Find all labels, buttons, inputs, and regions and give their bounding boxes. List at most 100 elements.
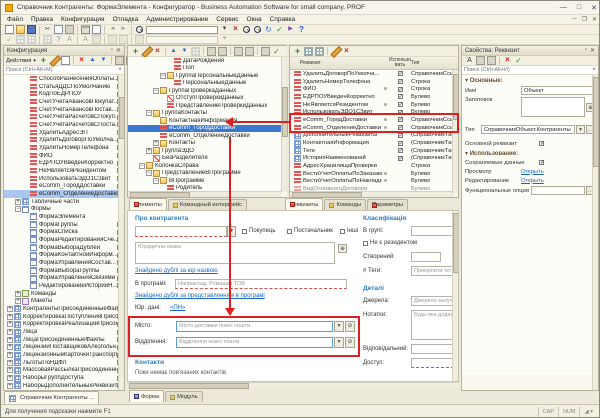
start-debug-icon[interactable]	[286, 25, 295, 34]
menu-Администрирование[interactable]: Администрирование	[142, 16, 212, 23]
tree-item-ФормаСписка[interactable]: ФормаСписка	[4, 228, 124, 236]
tree-item-УдалитьАдресЭП[interactable]: УдалитьАдресЭП	[4, 129, 124, 137]
tree-item-ГруппаЭДО[interactable]: +ГруппаЭДО	[128, 147, 287, 155]
use-checkbox[interactable]: ✓	[398, 148, 403, 153]
actions-menu[interactable]: Действия	[6, 58, 31, 64]
print-icon[interactable]	[81, 25, 90, 34]
tree-item-СчетУчетаРасчетовСПокуп-[interactable]: СчетУчетаРасчетовСПокуп...	[4, 113, 124, 121]
paste-icon[interactable]	[65, 25, 74, 34]
expander-icon[interactable]: +	[7, 337, 13, 343]
tree-item-УдалитьНомерТелефона[interactable]: УдалитьНомерТелефона	[4, 144, 124, 152]
attribute-row[interactable]: ИсторияНаименований✓(СправочникТаблиц	[290, 155, 458, 163]
attribute-row[interactable]: ВестиУчетОплатыПоЗаказамБулево	[290, 170, 458, 178]
tree-item-Контакты[interactable]: +Контакты	[128, 140, 287, 148]
edit-icon[interactable]	[50, 56, 59, 65]
tree-item-СтатьяДДСПоУмолчанию[interactable]: СтатьяДДСПоУмолчанию	[4, 83, 124, 91]
tree-item-БезРазделителя[interactable]: БезРазделителя	[128, 155, 287, 163]
view-list-icon[interactable]	[487, 56, 496, 65]
expander-icon[interactable]: −	[139, 163, 145, 169]
dropdown-icon[interactable]: ▾	[576, 125, 585, 134]
edit-icon[interactable]	[142, 47, 151, 56]
supplier-checkbox[interactable]: Постачальник	[287, 228, 333, 234]
mdi-close-icon[interactable]: ✕	[592, 16, 597, 23]
close-panel-icon[interactable]: ✕	[116, 47, 121, 54]
menu-Правка[interactable]: Правка	[27, 16, 57, 23]
tree-item-НаборыГруппДоступа[interactable]: +НаборыГруппДоступа	[4, 374, 124, 382]
add-table-icon[interactable]	[304, 47, 313, 56]
tree-item-ФормаРедактированияСче-[interactable]: ФормаРедактированияСче...	[4, 236, 124, 244]
save-icon[interactable]	[27, 25, 36, 34]
tree-item-ФормаУправленияСостав-[interactable]: ФормаУправленияСостав...	[4, 259, 124, 267]
font-icon[interactable]	[65, 35, 74, 44]
source-input[interactable]: Джерело залучен	[411, 296, 454, 306]
add-col-icon[interactable]	[315, 47, 324, 56]
apply-icon[interactable]	[514, 56, 523, 65]
check-module-icon[interactable]	[5, 35, 14, 44]
copy-icon[interactable]	[54, 25, 63, 34]
tree-item-ФормаУправленияСвязями[interactable]: ФормаУправленияСвязями	[4, 274, 124, 282]
in-program-input[interactable]: Наприклад, Ромашка ТОВ	[175, 279, 347, 289]
close-icon[interactable]: ✕	[591, 4, 597, 12]
expander-icon[interactable]: +	[15, 291, 21, 297]
expander-icon[interactable]: +	[7, 375, 13, 381]
menu-Окна[interactable]: Окна	[243, 16, 266, 23]
tree-item-Формы[interactable]: −Формы	[4, 205, 124, 213]
tree-item-РедактированиеИсторииН-[interactable]: РедактированиеИсторииН...	[4, 282, 124, 290]
pin-icon[interactable]: ▫	[585, 47, 587, 54]
clear-search-icon[interactable]: ×	[590, 67, 598, 73]
expander-icon[interactable]: +	[7, 367, 13, 373]
tree-item-Команды[interactable]: +Команды	[4, 290, 124, 298]
find-icon[interactable]	[135, 25, 144, 34]
mdi-restore-icon[interactable]: ❐	[582, 16, 587, 23]
tree-item-МассоваяРассылкаПрисоединенн-[interactable]: +МассоваяРассылкаПрисоединенн...	[4, 367, 124, 375]
tree-item-Лица[interactable]: +Лица	[4, 328, 124, 336]
menu-Конфигурация[interactable]: Конфигурация	[57, 16, 109, 23]
section-main[interactable]: Основные:	[462, 75, 598, 85]
expander-icon[interactable]: −	[146, 170, 152, 176]
go-back-icon[interactable]	[108, 25, 117, 34]
attribute-row[interactable]: НеЯвляетсяРезидентом✓Булево	[290, 101, 458, 109]
use-checkbox[interactable]: ✓	[398, 79, 403, 84]
tree-item-ЛицензииПоставщиковАлкогольн-[interactable]: +ЛицензииПоставщиковАлкогольн...	[4, 344, 124, 352]
expander-icon[interactable]: +	[7, 314, 13, 320]
expander-icon[interactable]: −	[153, 88, 159, 94]
combo-box[interactable]	[146, 36, 218, 44]
type-combo[interactable]: СправочникОбъект.Контрагенты	[481, 125, 575, 134]
expander-icon[interactable]: −	[153, 178, 159, 184]
combo-down-icon[interactable]	[220, 25, 229, 34]
align-right-icon[interactable]	[135, 35, 144, 44]
column-use[interactable]: Использовать	[389, 58, 411, 68]
delete-icon[interactable]	[77, 56, 86, 65]
tree-item-ВПрограмме[interactable]: −ВПрограмме	[128, 177, 287, 185]
tree-item-УдалитьДоговорПоУмолча-[interactable]: УдалитьДоговорПоУмолча...	[4, 136, 124, 144]
legal-name-textarea[interactable]: Юридична назва	[135, 242, 335, 264]
attribute-row[interactable]: УдалитьДоговорПоУмолча...✓СправочникСсыл…	[290, 70, 458, 78]
copy-icon[interactable]	[61, 56, 70, 65]
expander-icon[interactable]: +	[153, 140, 159, 146]
expander-icon[interactable]: −	[160, 73, 166, 79]
search-input[interactable]	[4, 67, 116, 73]
grid3-icon[interactable]	[43, 35, 52, 44]
duplicates-legal-link[interactable]: Знайдено дублі за юр назвою	[135, 268, 218, 274]
use-checkbox[interactable]: ✓	[398, 141, 403, 146]
use-checkbox[interactable]: ✓	[398, 133, 403, 138]
edit-open-link[interactable]: Открыть	[521, 178, 544, 184]
tree-item-ФормаВыбораДублей[interactable]: ФормаВыбораДублей	[4, 244, 124, 252]
align-center-icon[interactable]	[119, 35, 128, 44]
tree-item-ФормаГруппы[interactable]: ФормаГруппы	[4, 221, 124, 229]
tree-item-еComm_ОтделениеДоставки[interactable]: еComm_ОтделениеДоставки	[4, 190, 124, 198]
tree-item-ПредставлениеВПрограмме[interactable]: −ПредставлениеВПрограмме	[128, 170, 287, 178]
fill-color-icon[interactable]	[92, 35, 101, 44]
expander-icon[interactable]: −	[146, 110, 152, 116]
tree-item-СчетУчетаАвансовПостав-[interactable]: СчетУчетаАвансовПостав...	[4, 106, 124, 114]
tree-item-КорректировкаПоступленияПрисо-[interactable]: +КорректировкаПоступленияПрисо...	[4, 313, 124, 321]
history-icon[interactable]	[115, 56, 124, 65]
screen-icon[interactable]	[207, 47, 216, 56]
pin-icon[interactable]: ▫	[111, 47, 113, 54]
tab-form[interactable]: Форма	[129, 390, 164, 402]
attribute-row[interactable]: ФИО✓Строка	[290, 85, 458, 93]
slash-icon[interactable]	[261, 47, 270, 56]
tree-item-КорректировкаРеализацииПрисое-[interactable]: +КорректировкаРеализацииПрисое...	[4, 321, 124, 329]
tree-item-КодПоЕДРПОУ[interactable]: КодПоЕДРПОУ	[4, 90, 124, 98]
group-input[interactable]	[411, 226, 454, 236]
